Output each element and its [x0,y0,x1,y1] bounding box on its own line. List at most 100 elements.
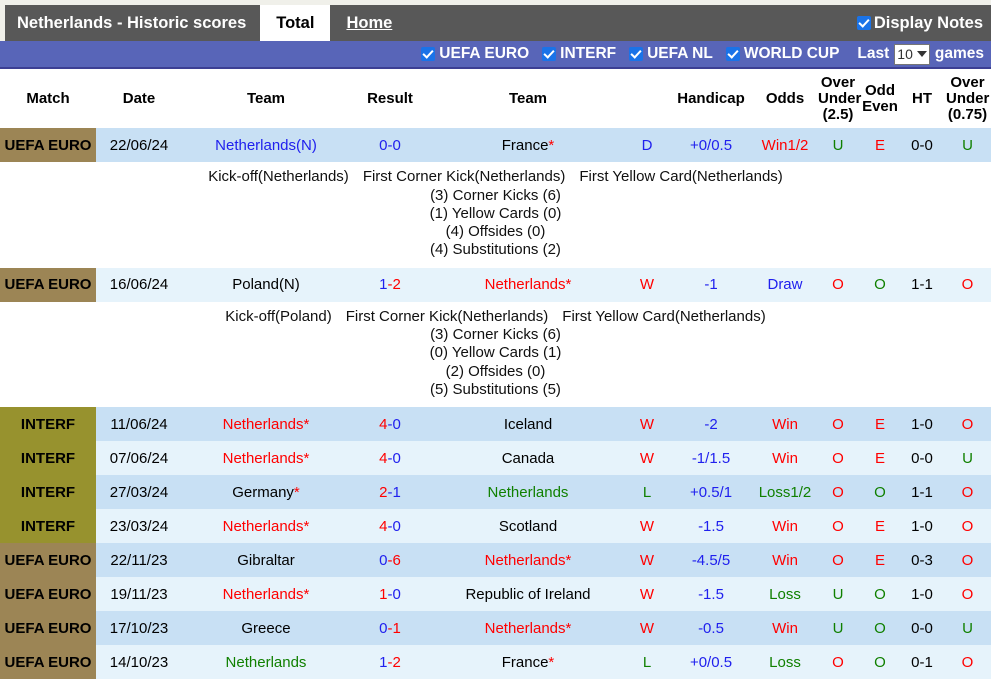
competition-badge[interactable]: UEFA EURO [0,645,96,679]
col-result[interactable]: Result [350,69,430,128]
match-result[interactable]: 1-0 [350,577,430,611]
match-result[interactable]: 1-2 [350,645,430,679]
filter-uefa-euro[interactable]: UEFA EURO [421,45,529,63]
match-notes-cell: Kick-off(Netherlands)First Corner Kick(N… [0,162,991,267]
note-offsides: (4) Offsides (0) [0,223,991,241]
filter-interf-label: INTERF [560,45,616,63]
competition-badge[interactable]: INTERF [0,509,96,543]
away-team[interactable]: France* [430,645,626,679]
filter-interf[interactable]: INTERF [542,45,616,63]
away-team[interactable]: Netherlands [430,475,626,509]
away-team[interactable]: Netherlands* [430,543,626,577]
match-result[interactable]: 0-1 [350,611,430,645]
checkmark-icon[interactable] [726,47,740,61]
match-result[interactable]: 2-1 [350,475,430,509]
col-odds[interactable]: Odds [754,69,816,128]
over-under-25: O [816,268,860,302]
display-notes-toggle[interactable]: Display Notes [857,14,983,33]
odds-outcome: Loss [754,577,816,611]
col-match[interactable]: Match [0,69,96,128]
result-away-score: -0 [388,416,401,433]
col-over-under-25[interactable]: Over Under (2.5) [816,69,860,128]
away-team[interactable]: Netherlands* [430,611,626,645]
col-ht[interactable]: HT [900,69,944,128]
away-team[interactable]: France* [430,128,626,162]
odd-even: O [860,475,900,509]
competition-badge[interactable]: INTERF [0,407,96,441]
competition-badge[interactable]: INTERF [0,441,96,475]
competition-badge[interactable]: INTERF [0,475,96,509]
col-date[interactable]: Date [96,69,182,128]
result-home-score: 2 [379,484,387,501]
table-row[interactable]: UEFA EURO22/11/23Gibraltar0-6Netherlands… [0,543,991,577]
match-result[interactable]: 4-0 [350,441,430,475]
col-team-away[interactable]: Team [430,69,626,128]
match-date-value: 19/11/23 [110,586,167,603]
competition-badge[interactable]: UEFA EURO [0,543,96,577]
home-team-name: Netherlands [226,654,307,671]
checkmark-icon[interactable] [629,47,643,61]
away-team[interactable]: Canada [430,441,626,475]
table-row[interactable]: UEFA EURO17/10/23Greece0-1Netherlands*W-… [0,611,991,645]
home-team[interactable]: Germany* [182,475,350,509]
table-row[interactable]: UEFA EURO16/06/24Poland(N)1-2Netherlands… [0,268,991,302]
home-team[interactable]: Netherlands* [182,407,350,441]
handicap: -4.5/5 [668,543,754,577]
away-team[interactable]: Netherlands* [430,268,626,302]
home-team[interactable]: Netherlands* [182,577,350,611]
competition-badge[interactable]: UEFA EURO [0,268,96,302]
chevron-down-icon[interactable] [917,51,927,57]
table-row[interactable]: INTERF27/03/24Germany*2-1NetherlandsL+0.… [0,475,991,509]
match-result[interactable]: 0-6 [350,543,430,577]
last-games-value: 10 [897,45,913,64]
checkmark-icon[interactable] [542,47,556,61]
away-team[interactable]: Iceland [430,407,626,441]
checkmark-icon[interactable] [857,16,871,30]
win-loss-draw: W [626,577,668,611]
table-row[interactable]: UEFA EURO22/06/24Netherlands(N)0-0France… [0,128,991,162]
match-date: 27/03/24 [96,475,182,509]
col-over-under-075[interactable]: Over Under (0.75) [944,69,991,128]
competition-badge[interactable]: UEFA EURO [0,128,96,162]
odds-outcome: Loss1/2 [754,475,816,509]
checkmark-icon[interactable] [421,47,435,61]
home-team[interactable]: Greece [182,611,350,645]
over-under-25: O [816,645,860,679]
home-team[interactable]: Poland(N) [182,268,350,302]
col-handicap[interactable]: Handicap [668,69,754,128]
match-result[interactable]: 0-0 [350,128,430,162]
match-notes-row: Kick-off(Poland)First Corner Kick(Nether… [0,302,991,407]
over-under-25-value: O [832,450,844,467]
odd-even-value: E [875,518,885,535]
table-row[interactable]: INTERF07/06/24Netherlands*4-0CanadaW-1/1… [0,441,991,475]
home-team-star-icon: * [304,586,310,603]
filter-uefa-nl[interactable]: UEFA NL [629,45,713,63]
home-team[interactable]: Gibraltar [182,543,350,577]
away-team[interactable]: Scotland [430,509,626,543]
match-result[interactable]: 1-2 [350,268,430,302]
home-team[interactable]: Netherlands* [182,509,350,543]
tab-total[interactable]: Total [260,5,330,41]
home-team[interactable]: Netherlands [182,645,350,679]
home-team[interactable]: Netherlands* [182,441,350,475]
table-row[interactable]: UEFA EURO 19/11/23 Netherlands*1-0Republic… [0,577,991,611]
filter-world-cup[interactable]: WORLD CUP [726,45,840,63]
last-games-select[interactable]: 10 [894,44,930,65]
win-loss-draw: W [626,543,668,577]
col-odd-even[interactable]: Odd Even [860,69,900,128]
table-row[interactable]: INTERF23/03/24Netherlands*4-0ScotlandW-1… [0,509,991,543]
home-team[interactable]: Netherlands(N) [182,128,350,162]
col-team-home[interactable]: Team [182,69,350,128]
away-team[interactable]: Republic of Ireland [430,577,626,611]
over-under-25-value: U [833,137,844,154]
away-team-name: Canada [502,450,555,467]
table-row[interactable]: INTERF11/06/24Netherlands*4-0IcelandW-2W… [0,407,991,441]
match-result[interactable]: 4-0 [350,509,430,543]
match-result[interactable]: 4-0 [350,407,430,441]
competition-badge[interactable]: UEFA EURO [0,611,96,645]
competition-badge[interactable]: UEFA EURO [0,577,96,611]
home-team-name: Netherlands(N) [215,137,317,154]
tab-home[interactable]: Home [330,5,408,41]
note-corner-kicks: (3) Corner Kicks (6) [0,187,991,205]
table-row[interactable]: UEFA EURO14/10/23Netherlands1-2France*L+… [0,645,991,679]
